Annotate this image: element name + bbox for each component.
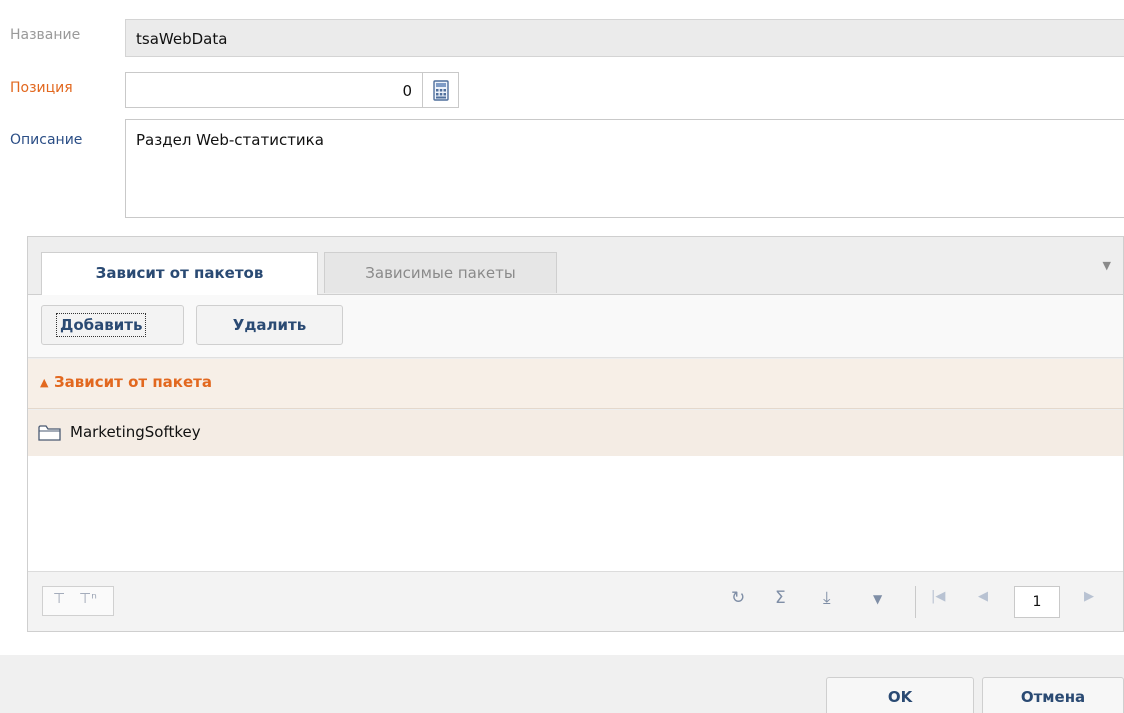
add-button[interactable]: Добавить [41, 305, 184, 345]
paging-separator [915, 586, 916, 618]
description-value: Раздел Web-статистика [136, 131, 324, 149]
tab-dependent[interactable]: Зависимые пакеты [324, 252, 557, 293]
menu-dropdown-icon[interactable]: ▼ [1103, 259, 1111, 272]
first-page-icon[interactable]: |◀ [931, 589, 945, 604]
calculator-button[interactable] [423, 72, 459, 108]
position-field[interactable]: 0 [125, 72, 423, 108]
filter-buttons: ⊤ ⊤ⁿ [42, 586, 114, 616]
next-page-icon[interactable]: ▶ [1084, 589, 1094, 604]
add-button-label: Добавить [56, 313, 147, 337]
advanced-filter-icon[interactable]: ⊤ⁿ [79, 591, 97, 607]
folder-icon [38, 425, 61, 441]
dialog-footer: OK Отмена [0, 655, 1124, 713]
refresh-icon[interactable]: ↻ [731, 588, 745, 608]
filter-icon[interactable]: ⊤ [53, 591, 65, 607]
table-row[interactable]: MarketingSoftkey [28, 410, 1123, 456]
description-field[interactable]: Раздел Web-статистика [125, 119, 1124, 218]
name-label: Название [10, 27, 81, 43]
options-icon[interactable]: ▼ [873, 592, 882, 606]
position-label: Позиция [10, 80, 73, 96]
grid-empty-area [28, 456, 1123, 571]
group-title: Зависит от пакета [54, 373, 212, 391]
cancel-button[interactable]: Отмена [982, 677, 1124, 713]
tab-depends-on[interactable]: Зависит от пакетов [41, 252, 318, 295]
prev-page-icon[interactable]: ◀ [978, 589, 988, 604]
dependencies-panel: Зависит от пакетов Зависимые пакеты ▼ До… [27, 236, 1124, 632]
grid-toolbar: Добавить Удалить [28, 294, 1123, 358]
paging-bar: ⊤ ⊤ⁿ ↻ Σ ⤓ ▼ |◀ ◀ 1 ▶ [28, 571, 1123, 631]
calculator-icon [433, 80, 449, 101]
page-number-input[interactable]: 1 [1014, 586, 1060, 618]
name-field[interactable]: tsaWebData [125, 19, 1124, 57]
name-value: tsaWebData [136, 30, 228, 48]
chevron-up-icon[interactable]: ▲ [40, 376, 48, 389]
delete-button[interactable]: Удалить [196, 305, 343, 345]
sum-icon[interactable]: Σ [775, 588, 786, 608]
group-header[interactable]: ▲ Зависит от пакета [28, 359, 1123, 409]
ok-button[interactable]: OK [826, 677, 974, 713]
description-label: Описание [10, 132, 83, 148]
position-value: 0 [402, 82, 412, 100]
row-name: MarketingSoftkey [70, 423, 201, 441]
export-icon[interactable]: ⤓ [823, 588, 831, 608]
